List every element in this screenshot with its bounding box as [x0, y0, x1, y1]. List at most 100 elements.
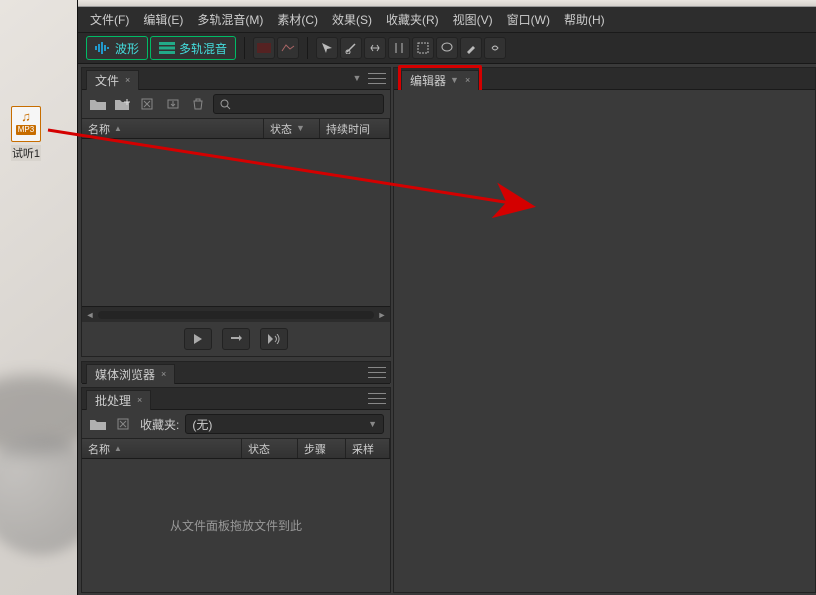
scroll-left-icon[interactable]: ◄ [82, 308, 98, 322]
tool-marquee[interactable] [412, 37, 434, 59]
batch-drop-area[interactable]: 从文件面板拖放文件到此 [82, 459, 390, 592]
close-icon[interactable]: × [137, 395, 142, 405]
fav-label: 收藏夹: [140, 416, 179, 433]
files-tab[interactable]: 文件 × [86, 70, 139, 90]
spectral-freq-button[interactable] [253, 37, 275, 59]
heal-icon [489, 42, 501, 54]
editor-panel: 编辑器 ▼ × [393, 67, 816, 593]
menu-file[interactable]: 文件(F) [84, 9, 135, 30]
tool-brush[interactable] [460, 37, 482, 59]
tool-time-select[interactable] [388, 37, 410, 59]
main-toolbar: 波形 多轨混音 [78, 33, 816, 64]
marquee-icon [417, 42, 429, 54]
menu-favorites[interactable]: 收藏夹(R) [380, 9, 445, 30]
left-column: 文件 × ▼ [78, 64, 391, 595]
music-note-icon: ♫ [21, 110, 31, 123]
col-status[interactable]: 状态 [242, 439, 298, 458]
tool-move[interactable] [316, 37, 338, 59]
tool-razor[interactable] [340, 37, 362, 59]
files-toolbar [82, 90, 390, 119]
menu-edit[interactable]: 编辑(E) [137, 9, 189, 30]
search-box[interactable] [213, 94, 384, 114]
menubar: 文件(F) 编辑(E) 多轨混音(M) 素材(C) 效果(S) 收藏夹(R) 视… [78, 7, 816, 33]
menu-help[interactable]: 帮助(H) [558, 9, 611, 30]
files-play-row [82, 322, 390, 356]
spectral-pitch-button[interactable] [277, 37, 299, 59]
batch-panel: 批处理 × 收藏夹: (无) ▼ 名称▲ [81, 387, 391, 593]
files-list-header: 名称▲ 状态▼ 持续时间 [82, 119, 390, 139]
fav-select[interactable]: (无) ▼ [185, 414, 384, 434]
app-window: 文件(F) 编辑(E) 多轨混音(M) 素材(C) 效果(S) 收藏夹(R) 视… [77, 0, 816, 595]
panel-options-icon[interactable] [368, 72, 386, 86]
editor-highlight: 编辑器 ▼ × [398, 65, 482, 93]
close-selected-button[interactable] [138, 95, 157, 113]
media-browser-tab[interactable]: 媒体浏览器 × [86, 364, 175, 384]
desktop-mp3-file[interactable]: ♫ MP3 试听1 [6, 106, 46, 162]
chevron-down-icon[interactable]: ▼ [450, 76, 459, 85]
slip-icon [369, 42, 381, 54]
editor-panel-header: 编辑器 ▼ × [394, 68, 815, 90]
files-list-body[interactable] [82, 139, 390, 306]
close-icon[interactable]: × [125, 75, 130, 85]
tool-slip[interactable] [364, 37, 386, 59]
search-input[interactable] [235, 98, 377, 110]
panel-options-icon[interactable] [368, 392, 386, 406]
files-panel: 文件 × ▼ [81, 67, 391, 357]
waveform-mode-button[interactable]: 波形 [86, 36, 148, 60]
menu-multitrack[interactable]: 多轨混音(M) [191, 9, 269, 30]
brush-icon [465, 42, 477, 54]
col-status[interactable]: 状态▼ [264, 119, 320, 138]
menu-view[interactable]: 视图(V) [447, 9, 499, 30]
batch-panel-header: 批处理 × [82, 388, 390, 410]
col-step[interactable]: 步骤 [298, 439, 346, 458]
panel-options-icon[interactable] [368, 366, 386, 380]
batch-drop-hint: 从文件面板拖放文件到此 [170, 517, 302, 534]
mp3-file-icon: ♫ MP3 [11, 106, 41, 142]
sort-asc-icon: ▲ [114, 444, 122, 453]
play-button[interactable] [184, 328, 212, 350]
open-file-button[interactable] [88, 95, 107, 113]
tool-heal[interactable] [484, 37, 506, 59]
close-icon[interactable]: × [161, 369, 166, 379]
sort-asc-icon: ▲ [114, 124, 122, 133]
pitch-icon [281, 43, 295, 53]
batch-tab[interactable]: 批处理 × [86, 390, 151, 410]
workspace: 文件 × ▼ [78, 64, 816, 595]
new-file-button[interactable] [113, 95, 132, 113]
menu-clip[interactable]: 素材(C) [271, 9, 324, 30]
files-hscroll[interactable]: ◄ ► [82, 306, 390, 322]
remove-button[interactable] [114, 415, 134, 433]
tool-lasso[interactable] [436, 37, 458, 59]
lasso-icon [441, 42, 453, 54]
col-sample[interactable]: 采样 [346, 439, 390, 458]
delete-button[interactable] [188, 95, 207, 113]
right-column: 编辑器 ▼ × [391, 64, 816, 595]
col-name[interactable]: 名称▲ [82, 439, 242, 458]
files-tab-label: 文件 [95, 72, 119, 89]
search-icon [220, 99, 231, 110]
col-duration[interactable]: 持续时间 [320, 119, 390, 138]
batch-list-header: 名称▲ 状态 步骤 采样 [82, 439, 390, 459]
media-browser-header: 媒体浏览器 × [82, 362, 390, 384]
panel-menu-dropdown[interactable]: ▼ [350, 72, 364, 86]
export-button[interactable] [163, 95, 182, 113]
batch-fav-row: 收藏夹: (无) ▼ [82, 410, 390, 439]
loop-button[interactable] [222, 328, 250, 350]
editor-body[interactable] [394, 90, 815, 592]
col-name[interactable]: 名称▲ [82, 119, 264, 138]
files-panel-header: 文件 × ▼ [82, 68, 390, 90]
multitrack-icon [159, 42, 175, 54]
titlebar [78, 0, 816, 7]
waveform-label: 波形 [115, 40, 139, 57]
menu-window[interactable]: 窗口(W) [501, 9, 556, 30]
menu-effects[interactable]: 效果(S) [326, 9, 378, 30]
open-folder-button[interactable] [88, 415, 108, 433]
scroll-right-icon[interactable]: ► [374, 308, 390, 322]
time-select-icon [393, 42, 405, 54]
editor-tab[interactable]: 编辑器 ▼ × [401, 70, 479, 90]
media-browser-label: 媒体浏览器 [95, 366, 155, 383]
multitrack-mode-button[interactable]: 多轨混音 [150, 36, 236, 60]
auto-play-button[interactable] [260, 328, 288, 350]
close-icon[interactable]: × [465, 75, 470, 85]
media-browser-panel: 媒体浏览器 × [81, 361, 391, 383]
